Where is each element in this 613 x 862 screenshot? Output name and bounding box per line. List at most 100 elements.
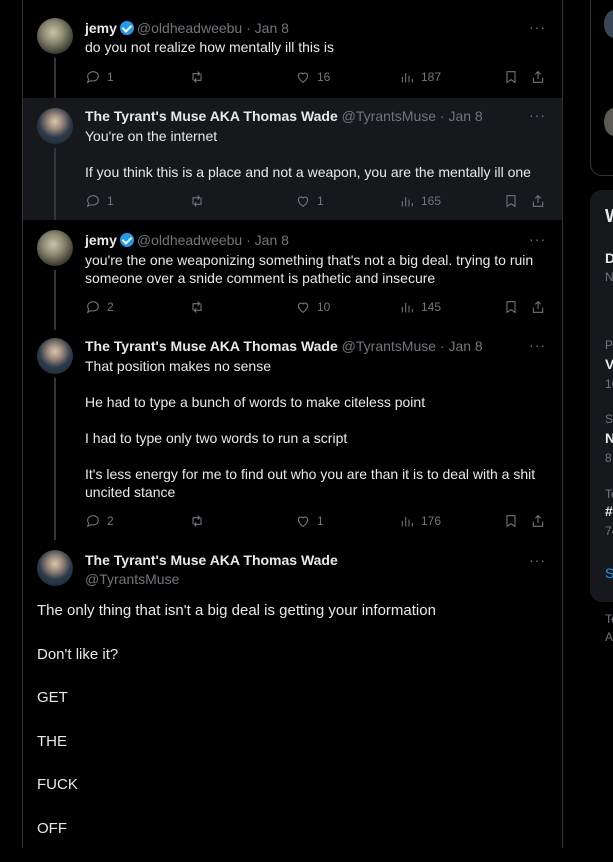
views-icon	[401, 517, 413, 527]
display-name[interactable]: jemy	[85, 20, 117, 36]
reply-button[interactable]: 1	[85, 69, 114, 85]
view-count: 145	[421, 300, 442, 314]
like-button[interactable]: 10	[295, 299, 330, 315]
repost-icon	[192, 195, 202, 207]
repost-button[interactable]	[189, 193, 211, 209]
views-button[interactable]: 165	[399, 193, 441, 209]
more-options-icon[interactable]: ···	[529, 107, 546, 123]
heart-icon	[297, 302, 309, 313]
like-button[interactable]: 1	[295, 193, 324, 209]
tweet-paragraph: GET	[37, 689, 68, 706]
action-bar: 2 1 176	[85, 513, 547, 531]
trend-title[interactable]: #	[605, 503, 613, 519]
like-count: 16	[317, 70, 331, 84]
footer-link[interactable]: Te	[605, 612, 613, 626]
share-button[interactable]	[530, 299, 546, 315]
trend-title[interactable]: D	[605, 250, 613, 266]
handle[interactable]: @TyrantsMuse	[342, 338, 436, 354]
tweet-header: The Tyrant's Muse AKA Thomas Wade @Tyran…	[85, 337, 483, 355]
avatar[interactable]	[37, 230, 73, 266]
handle[interactable]: @TyrantsMuse	[342, 108, 436, 124]
thread-line	[54, 270, 56, 330]
reply-icon	[86, 195, 99, 208]
more-options-icon[interactable]: ···	[529, 337, 546, 353]
reply-tweet[interactable]: The Tyrant's Muse AKA Thomas Wade @Tyran…	[23, 330, 562, 540]
repost-button[interactable]	[189, 513, 211, 529]
repost-icon	[192, 515, 202, 527]
share-button[interactable]	[530, 513, 546, 529]
display-name[interactable]: jemy	[85, 232, 117, 248]
show-more-link[interactable]: S	[605, 565, 613, 581]
reply-button[interactable]: 2	[85, 299, 114, 315]
trend-title[interactable]: V	[605, 356, 613, 372]
bookmark-icon	[506, 515, 516, 528]
views-button[interactable]: 187	[399, 69, 441, 85]
views-icon	[401, 303, 413, 313]
timestamp[interactable]: · Jan 8	[246, 232, 289, 248]
views-button[interactable]: 176	[399, 513, 441, 529]
reply-tweet[interactable]: jemy @oldheadweebu · Jan 8 ··· you're the…	[23, 220, 562, 330]
views-button[interactable]: 145	[399, 299, 441, 315]
footer-link[interactable]: Ac	[605, 630, 613, 644]
avatar[interactable]	[37, 550, 73, 586]
timestamp[interactable]: · Jan 8	[440, 108, 483, 124]
main-tweet: The Tyrant's Muse AKA Thomas Wade @Tyran…	[23, 540, 562, 848]
action-bar: 1 1 165	[85, 193, 547, 211]
bookmark-button[interactable]	[503, 299, 519, 315]
trend-category: S	[605, 412, 613, 426]
share-icon	[532, 194, 544, 207]
bookmark-button[interactable]	[503, 513, 519, 529]
tweet-paragraph: THE	[37, 732, 67, 750]
reply-button[interactable]: 1	[85, 193, 114, 209]
tweet-header: The Tyrant's Muse AKA Thomas Wade @Tyran…	[85, 551, 338, 589]
display-name[interactable]: The Tyrant's Muse AKA Thomas Wade	[85, 338, 338, 354]
display-name[interactable]: The Tyrant's Muse AKA Thomas Wade	[85, 551, 338, 570]
reply-tweet[interactable]: The Tyrant's Muse AKA Thomas Wade @Tyran…	[23, 98, 562, 220]
repost-icon	[192, 71, 202, 83]
tweet-text: The only thing that isn't a big deal is …	[37, 601, 537, 862]
handle[interactable]: @TyrantsMuse	[85, 570, 338, 589]
like-button[interactable]: 16	[295, 69, 330, 85]
reply-tweet[interactable]: jemy @oldheadweebu · Jan 8 ··· do you not…	[23, 0, 562, 98]
tweet-paragraph: I had to type only two words to run a sc…	[85, 430, 348, 446]
tweet-paragraph: He had to type a bunch of words to make …	[85, 394, 426, 410]
share-button[interactable]	[530, 69, 546, 85]
views-icon	[401, 73, 413, 83]
like-button[interactable]: 1	[295, 513, 324, 529]
handle[interactable]: @oldheadweebu	[137, 232, 242, 248]
tweet-header: jemy @oldheadweebu · Jan 8	[85, 19, 289, 37]
share-icon	[532, 70, 544, 83]
trend-title[interactable]: N	[605, 430, 613, 446]
timestamp[interactable]: · Jan 8	[440, 338, 483, 354]
tweet-paragraph: If you think this is a place and not a w…	[85, 164, 531, 180]
tweet-text: That position makes no sense He had to t…	[85, 357, 545, 501]
share-button[interactable]	[530, 193, 546, 209]
more-options-icon[interactable]: ···	[529, 19, 546, 35]
reply-count: 2	[107, 514, 114, 528]
bookmark-button[interactable]	[503, 193, 519, 209]
trend-meta: 74	[605, 524, 613, 538]
tweet-paragraph: you're the one weaponizing something tha…	[85, 252, 534, 286]
handle[interactable]: @oldheadweebu	[137, 20, 242, 36]
more-options-icon[interactable]: ···	[529, 231, 546, 247]
repost-button[interactable]	[189, 69, 211, 85]
heart-icon	[297, 72, 309, 83]
avatar[interactable]	[37, 18, 73, 54]
timestamp[interactable]: · Jan 8	[246, 20, 289, 36]
reply-button[interactable]: 2	[85, 513, 114, 529]
repost-button[interactable]	[189, 299, 211, 315]
like-count: 1	[317, 514, 324, 528]
trends-heading: W	[605, 206, 613, 227]
tweet-paragraph: FUCK	[37, 776, 78, 793]
views-icon	[401, 197, 413, 207]
bookmark-icon	[506, 301, 516, 314]
display-name[interactable]: The Tyrant's Muse AKA Thomas Wade	[85, 108, 338, 124]
bookmark-button[interactable]	[503, 69, 519, 85]
avatar[interactable]	[37, 338, 73, 374]
tweet-text: you're the one weaponizing something tha…	[85, 251, 545, 287]
more-options-icon[interactable]: ···	[529, 552, 546, 568]
thread-line	[54, 58, 56, 98]
trend-meta: 16	[605, 377, 613, 391]
avatar[interactable]	[37, 108, 73, 144]
reply-count: 1	[107, 70, 114, 84]
